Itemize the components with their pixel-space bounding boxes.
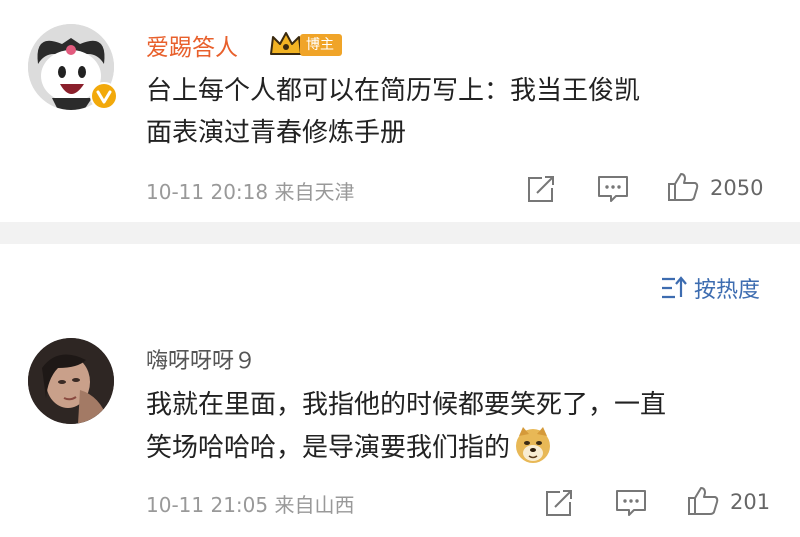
post-content: 台上每个人都可以在简历写上：我当王俊凯 面表演过青春修炼手册 (146, 70, 776, 154)
verified-badge-icon (90, 82, 118, 110)
post-meta: 10-11 20:18 来自天津 (146, 180, 355, 204)
post-content-line: 面表演过青春修炼手册 (146, 118, 407, 148)
comment-meta: 10-11 21:05 来自山西 (146, 493, 355, 517)
commenter-avatar[interactable] (28, 338, 114, 424)
comment-username[interactable]: 嗨呀呀呀９ (146, 343, 256, 375)
comment-content: 我就在里面，我指他的时候都要笑死了，一直 笑场哈哈哈，是导演要我们指的 (146, 384, 776, 469)
comment-icon[interactable] (614, 487, 648, 519)
doge-emoji-icon (516, 427, 551, 463)
post-username[interactable]: 爱踢答人 (146, 28, 238, 62)
comment-content-line: 笑场哈哈哈，是导演要我们指的 (146, 426, 776, 469)
blogger-badge: 博主 (300, 34, 342, 56)
like-icon[interactable] (666, 171, 700, 203)
comment-content-line: 我就在里面，我指他的时候都要笑死了，一直 (146, 390, 667, 420)
comment-like-count: 201 (730, 490, 771, 514)
comment-content-text: 笑场哈哈哈，是导演要我们指的 (146, 433, 511, 463)
share-icon[interactable] (524, 173, 558, 205)
comment-icon[interactable] (596, 173, 630, 205)
crown-icon (270, 32, 302, 55)
post-content-line: 台上每个人都可以在简历写上：我当王俊凯 (146, 76, 641, 106)
sort-toggle[interactable]: 按热度 (660, 272, 760, 304)
sort-label: 按热度 (694, 278, 761, 303)
sort-icon (662, 276, 687, 299)
section-divider (0, 222, 800, 244)
like-icon[interactable] (686, 485, 720, 517)
commenter-photo-image (28, 338, 114, 424)
post-card: 爱踢答人 博主 台上每个人都可以在简历写上：我当王俊凯 面表演过青春修炼手册 1… (0, 0, 800, 222)
post-like-count: 2050 (710, 176, 764, 200)
share-icon[interactable] (542, 487, 576, 519)
